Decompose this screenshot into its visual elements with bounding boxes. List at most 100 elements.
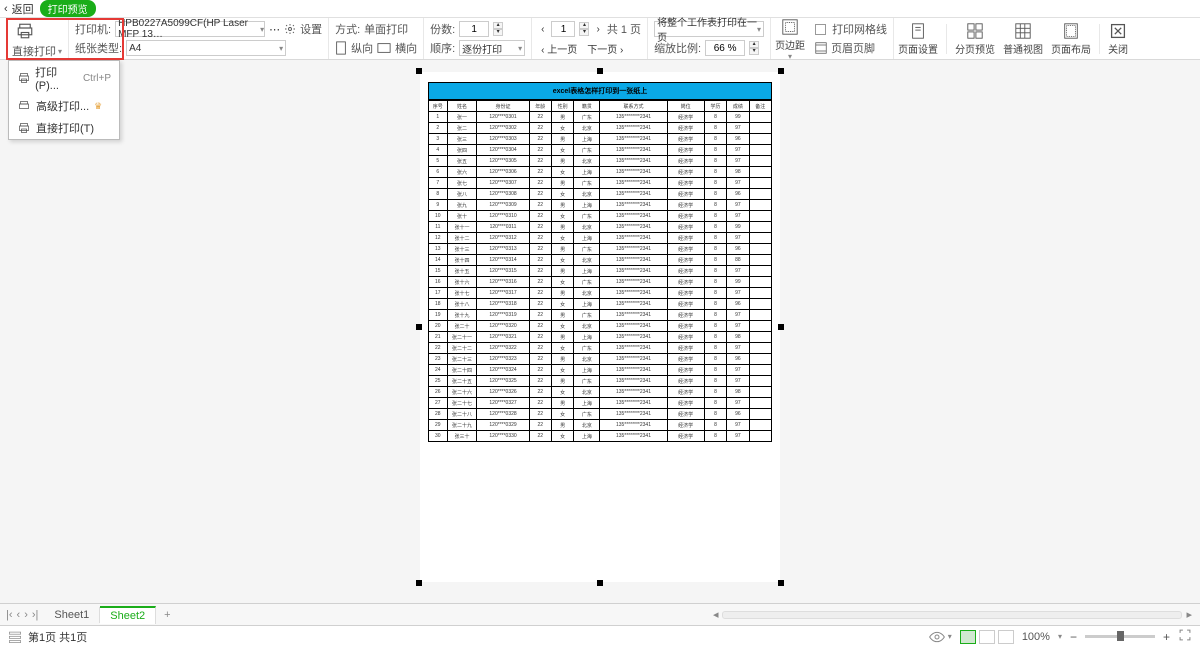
back-arrow-icon[interactable]: ‹ <box>4 3 8 15</box>
menu-print[interactable]: 打印(P)... Ctrl+P <box>9 61 119 95</box>
handle[interactable] <box>778 324 784 330</box>
table-row: 24张二十四120****032422女上海135********2341经济学… <box>429 365 772 376</box>
sheet-next-icon[interactable]: › <box>24 609 28 621</box>
order-select[interactable]: 逐份打印▾ <box>459 40 525 56</box>
gear-icon[interactable] <box>284 23 296 35</box>
table-cell: 97 <box>727 431 749 442</box>
page-layout-button[interactable]: 页面布局 <box>1047 21 1095 56</box>
sheet-tab-1[interactable]: Sheet1 <box>44 607 100 623</box>
table-cell: 97 <box>727 420 749 431</box>
scale-select[interactable]: 将整个工作表打印在一页▾ <box>654 21 764 37</box>
page-setup-button[interactable]: 页面设置 <box>894 21 942 56</box>
table-cell: 经济学 <box>667 365 704 376</box>
handle[interactable] <box>416 324 422 330</box>
zoom-input[interactable] <box>705 40 745 56</box>
table-cell: 8 <box>704 288 726 299</box>
portrait-icon[interactable] <box>335 41 347 55</box>
paper-type-select[interactable]: A4▾ <box>126 40 286 56</box>
adjust-icon[interactable] <box>8 630 22 644</box>
zoom-out-button[interactable]: − <box>1070 630 1077 644</box>
next-page-button[interactable]: 下一页 › <box>584 41 626 56</box>
table-cell: 120****0318 <box>477 299 529 310</box>
prev-page-button[interactable]: ‹ 上一页 <box>538 41 580 56</box>
table-cell: 2 <box>429 123 448 134</box>
zoom-up[interactable]: ▴ <box>749 41 759 48</box>
table-cell: 张十一 <box>447 222 477 233</box>
view-page-button[interactable] <box>979 630 995 644</box>
handle[interactable] <box>597 580 603 586</box>
landscape-icon[interactable] <box>377 42 391 54</box>
table-cell: 8 <box>704 277 726 288</box>
handle[interactable] <box>778 580 784 586</box>
header-footer-icon[interactable] <box>815 42 827 54</box>
table-cell <box>749 211 771 222</box>
table-cell: 张十四 <box>447 255 477 266</box>
handle[interactable] <box>597 68 603 74</box>
table-cell: 8 <box>704 145 726 156</box>
sheet-add-button[interactable]: + <box>156 609 178 621</box>
sheet-first-icon[interactable]: |‹ <box>6 609 13 621</box>
table-cell: 25 <box>429 376 448 387</box>
table-cell: 女 <box>551 167 573 178</box>
back-label[interactable]: 返回 <box>12 1 34 17</box>
page-input[interactable] <box>551 21 575 37</box>
menu-direct-print[interactable]: 直接打印(T) <box>9 117 119 139</box>
landscape-button[interactable]: 横向 <box>395 40 417 56</box>
page-last-icon[interactable]: › <box>593 24 602 35</box>
table-cell: 27 <box>429 398 448 409</box>
scroll-left-icon[interactable]: ◂ <box>713 608 719 621</box>
sheet-prev-icon[interactable]: ‹ <box>17 609 21 621</box>
copies-input[interactable] <box>459 21 489 37</box>
table-cell: 经济学 <box>667 310 704 321</box>
table-cell: 22 <box>529 244 551 255</box>
table-cell <box>749 233 771 244</box>
page-first-icon[interactable]: ‹ <box>538 24 547 35</box>
table-cell: 96 <box>727 134 749 145</box>
margins-button[interactable]: 页边距▾ <box>771 17 809 61</box>
table-cell: 8 <box>704 222 726 233</box>
zoom-in-button[interactable]: + <box>1163 630 1170 644</box>
table-cell: 上海 <box>574 431 600 442</box>
table-row: 2张二120****030222女北京135********2341经济学897 <box>429 123 772 134</box>
table-cell: 120****0303 <box>477 134 529 145</box>
close-button[interactable]: 关闭 <box>1104 21 1132 56</box>
normal-view-button[interactable]: 普通视图 <box>999 21 1047 56</box>
settings-label[interactable]: 设置 <box>300 21 322 37</box>
table-cell: 经济学 <box>667 200 704 211</box>
copies-up[interactable]: ▴ <box>493 22 503 29</box>
handle[interactable] <box>416 68 422 74</box>
handle[interactable] <box>778 68 784 74</box>
table-cell: 经济学 <box>667 244 704 255</box>
print-gridlines-checkbox[interactable] <box>815 24 826 35</box>
printer-more-icon[interactable]: ⋯ <box>269 23 280 36</box>
zoom-down[interactable]: ▾ <box>749 48 759 55</box>
table-cell: 12 <box>429 233 448 244</box>
header-footer-button[interactable]: 页眉页脚 <box>831 40 875 56</box>
scrollbar[interactable] <box>722 611 1182 619</box>
direct-print-dropdown[interactable]: 直接打印▾ <box>12 43 62 59</box>
view-break-button[interactable] <box>998 630 1014 644</box>
paging-preview-button[interactable]: 分页预览 <box>951 21 999 56</box>
menu-advanced-print[interactable]: 高级打印... ♛ <box>9 95 119 117</box>
handle[interactable] <box>416 580 422 586</box>
table-cell: 经济学 <box>667 112 704 123</box>
table-cell: 135********2341 <box>600 211 667 222</box>
eye-icon[interactable]: ▾ <box>929 631 952 643</box>
copies-down[interactable]: ▾ <box>493 29 503 36</box>
table-cell: 广东 <box>574 145 600 156</box>
zoom-thumb[interactable] <box>1117 631 1124 641</box>
table-cell <box>749 343 771 354</box>
printer-icon[interactable] <box>12 18 38 43</box>
sheet-tab-2[interactable]: Sheet2 <box>100 606 156 624</box>
zoom-slider[interactable] <box>1085 635 1155 638</box>
table-cell: 张十六 <box>447 277 477 288</box>
portrait-button[interactable]: 纵向 <box>351 40 373 56</box>
table-cell: 张十二 <box>447 233 477 244</box>
table-cell <box>749 167 771 178</box>
printer-select[interactable]: HPB0227A5099CF(HP Laser MFP 13…▾ <box>115 21 265 37</box>
page-up[interactable]: ▴ <box>579 22 589 29</box>
scroll-right-icon[interactable]: ▸ <box>1186 608 1192 621</box>
view-normal-button[interactable] <box>960 630 976 644</box>
sheet-last-icon[interactable]: ›| <box>32 609 39 621</box>
page-down[interactable]: ▾ <box>579 29 589 36</box>
